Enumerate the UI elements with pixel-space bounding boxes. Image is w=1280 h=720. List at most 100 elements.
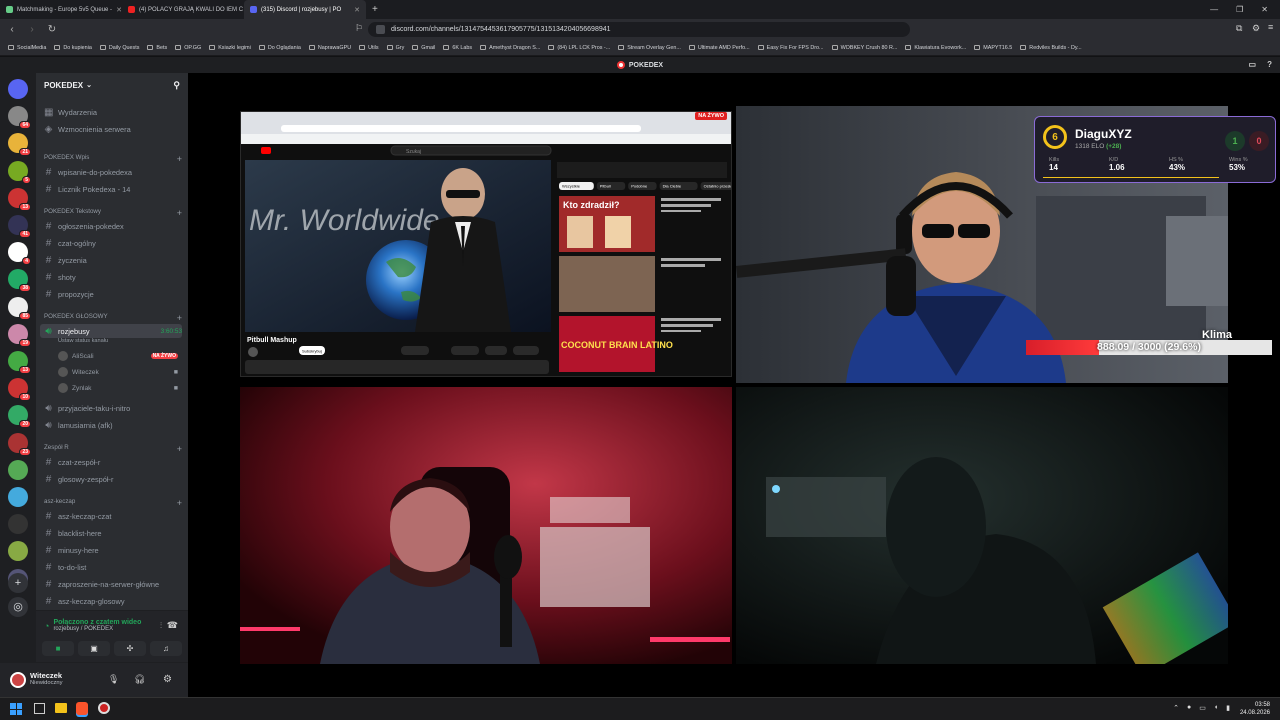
voice-location[interactable]: rozjebusy / POKEDEX (53, 626, 141, 632)
server-icon[interactable]: 19 (8, 323, 31, 347)
inbox-icon[interactable]: ▭ (1248, 60, 1256, 69)
server-icon[interactable]: 4 (8, 242, 31, 266)
app-icon[interactable] (98, 702, 110, 714)
voice-channel[interactable]: 🔊︎ przyjaciele-taku-i-nitro (44, 401, 182, 415)
bookmark-icon[interactable]: ⚐ (355, 23, 363, 34)
bookmark-item[interactable]: Bets (143, 45, 171, 51)
server-icon[interactable]: 41 (8, 215, 31, 238)
sync-icon[interactable]: ⚙ (1252, 23, 1260, 34)
disconnect-icon[interactable]: ☎ (167, 620, 178, 631)
voice-user[interactable]: AliScali NA ŻYWO (58, 351, 178, 361)
bookmark-item[interactable]: Daily Quests (96, 45, 144, 51)
server-icon[interactable]: 23 (8, 432, 31, 456)
browser-tab[interactable]: Matchmaking - Europe 5v5 Queue - ✕ (0, 0, 122, 19)
camera-button[interactable]: ■ (42, 641, 74, 656)
server-icon[interactable] (8, 459, 28, 480)
reload-icon[interactable]: ↻ (46, 24, 58, 35)
bookmark-item[interactable]: SocialMedia (4, 45, 50, 51)
channel-item[interactable]: # minusy-here (44, 543, 182, 557)
bookmark-item[interactable]: Amethyst Dragon S... (476, 45, 544, 51)
server-icon[interactable]: 85 (8, 296, 31, 320)
menu-icon[interactable]: ≡ (1268, 22, 1273, 32)
noise-suppression-icon[interactable]: ⫶ (160, 621, 162, 631)
bookmark-item[interactable]: Gry (383, 45, 409, 51)
new-tab-button[interactable]: + (366, 4, 384, 15)
channel-category[interactable]: POKEDEX Wpis + (44, 154, 182, 164)
webcam-tile-user-4[interactable] (736, 387, 1228, 664)
bookmark-item[interactable]: Do kupienia (50, 45, 95, 51)
address-bar[interactable]: discord.com/channels/1314754453617905775… (368, 22, 910, 37)
bookmark-item[interactable]: Ksiazki legimi (205, 45, 255, 51)
bookmark-item[interactable]: Easy Fix For FPS Dro... (754, 45, 828, 51)
webcam-tile-user-3[interactable] (240, 387, 732, 664)
screen-share-tile[interactable]: Szukaj Mr. Worldwide Wszystkie Pitbull P… (240, 111, 732, 377)
back-icon[interactable]: ‹ (6, 24, 18, 35)
server-icon[interactable]: 64 (8, 106, 31, 130)
channel-category[interactable]: POKEDEX GŁOSOWY + (44, 313, 182, 323)
voice-channel[interactable]: 🔊︎ lamusiarnia (afk) (44, 418, 182, 432)
activities-button[interactable]: ✣ (114, 641, 146, 656)
network-icon[interactable]: ▭ (1199, 704, 1206, 712)
bookmark-item[interactable]: OP.GG (171, 45, 205, 51)
channel-category[interactable]: POKEDEX Tekstowy + (44, 208, 182, 218)
extensions-icon[interactable]: ⧉ (1236, 23, 1242, 34)
microphone-icon[interactable]: 🎙︎ (108, 674, 119, 685)
taskbar-clock[interactable]: 03:58 (1240, 701, 1270, 709)
server-icon[interactable]: 5 (8, 160, 31, 184)
close-window-icon[interactable]: ✕ (1261, 5, 1268, 14)
server-icon[interactable]: 10 (8, 378, 31, 402)
bookmark-item[interactable]: Redviles Builds - Dy... (1016, 45, 1085, 51)
channel-item[interactable]: # to-do-list (44, 560, 182, 574)
server-icon[interactable]: 38 (8, 269, 31, 293)
bookmark-item[interactable]: Gmail (408, 45, 439, 51)
minimize-icon[interactable]: — (1210, 5, 1218, 14)
soundboard-button[interactable]: ♫ (150, 641, 182, 656)
server-icon[interactable]: 13 (8, 351, 31, 374)
maximize-icon[interactable]: ❐ (1236, 5, 1243, 14)
battery-icon[interactable]: ▮ (1226, 704, 1230, 712)
bookmark-item[interactable]: Klawiatura Evowork... (901, 45, 970, 51)
discover-icon[interactable]: ◎ (8, 597, 28, 617)
windows-start-icon[interactable] (10, 703, 22, 715)
microphone-tray-icon[interactable]: ● (1187, 704, 1191, 712)
add-server-icon[interactable]: + (8, 573, 28, 593)
bookmark-item[interactable]: (84) LPL LCK Pros -... (544, 45, 614, 51)
chevron-up-icon[interactable]: ⌃ (1173, 704, 1179, 712)
close-icon[interactable]: ✕ (354, 6, 360, 14)
avatar[interactable] (10, 672, 26, 688)
forward-icon[interactable]: › (26, 24, 38, 35)
server-icon[interactable]: 21 (8, 133, 31, 157)
channel-item[interactable]: # shoty (44, 270, 182, 284)
bookmark-item[interactable]: WOBKEY Crush 80 R... (828, 45, 902, 51)
bookmark-item[interactable]: Do Oglądania (255, 45, 305, 51)
bookmark-item[interactable]: Utils (355, 45, 382, 51)
channel-item[interactable]: # wpisanie-do-pokedexa (44, 165, 182, 179)
screen-share-button[interactable]: ▣ (78, 641, 110, 656)
server-icon[interactable]: 20 (8, 405, 31, 429)
add-member-icon[interactable]: ⚲ (173, 80, 180, 91)
channel-item[interactable]: # zaproszenie-na-serwer-główne (44, 577, 182, 591)
channel-item[interactable]: # czat-ogólny (44, 236, 182, 250)
bookmark-item[interactable]: Ultimate AMD Perfo... (685, 45, 754, 51)
channel-item[interactable]: # blacklist-here (44, 526, 182, 540)
headphones-icon[interactable]: 🎧︎ (134, 674, 145, 685)
channel-category[interactable]: asz-keczap + (44, 498, 182, 508)
channel-status[interactable]: Ustaw status kanału (58, 338, 178, 344)
bookmark-item[interactable]: 6K Labs (439, 45, 476, 51)
channel-item[interactable]: # propozycje (44, 287, 182, 301)
browser-tab[interactable]: (4) POLACY GRAJĄ KWALI DO IEM C✕ (122, 0, 244, 19)
channel-item[interactable]: # życzenia (44, 253, 182, 267)
settings-gear-icon[interactable]: ⚙ (163, 674, 172, 685)
voice-user[interactable]: Witeczek ■ (58, 367, 178, 377)
server-icon[interactable] (8, 487, 28, 507)
brave-browser-icon[interactable] (76, 702, 88, 715)
site-info-icon[interactable] (376, 25, 385, 34)
channel-item[interactable]: # czat-zespół-r (44, 455, 182, 469)
add-channel-icon[interactable]: + (177, 154, 182, 164)
voice-user[interactable]: Zynlak ■ (58, 383, 178, 393)
add-channel-icon[interactable]: + (177, 208, 182, 218)
boost-item[interactable]: ◈ Wzmocnienia serwera (44, 122, 182, 136)
bookmark-item[interactable]: Stream Overlay Gen... (614, 45, 685, 51)
volume-icon[interactable]: ◖ (1214, 704, 1218, 712)
file-explorer-icon[interactable] (55, 703, 67, 713)
